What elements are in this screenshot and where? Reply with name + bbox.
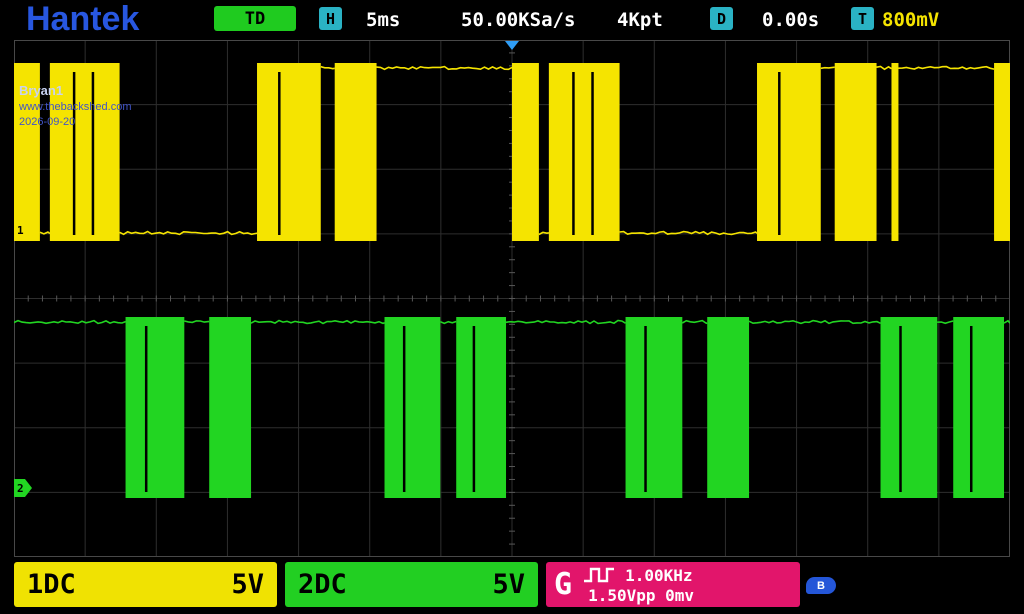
oscilloscope-screen-capture: Hantek TD H 5ms 50.00KSa/s 4Kpt D 0.00s … <box>0 0 1024 614</box>
channel2-info-box: 2DC 5V <box>285 562 538 607</box>
trigger-level-value: 800mV <box>882 9 940 31</box>
channel2-scale-value: 5V <box>492 569 525 600</box>
channel1-scale-value: 5V <box>231 569 264 600</box>
generator-readout: 1.00KHz 1.50Vpp 0mv <box>582 564 694 605</box>
generator-amplitude: 1.50Vpp 0mv <box>588 586 695 605</box>
record-length-value: 4Kpt <box>617 9 663 31</box>
square-wave-icon <box>584 567 615 583</box>
channel2-coupling-label: 2DC <box>298 569 347 600</box>
sample-rate-value: 50.00KSa/s <box>461 9 576 31</box>
waveform-display: 12 Bryan1 www.thebackshed.com 2026-09-20 <box>13 39 1011 558</box>
channel-marker-label: 1 <box>17 224 24 237</box>
trace-ch1: 1 <box>14 63 1010 241</box>
delay-menu-icon: D <box>710 7 733 30</box>
acquisition-mode-badge: TD <box>214 6 296 31</box>
horizontal-offset-value: 0.00s <box>762 9 820 31</box>
channel1-coupling-label: 1DC <box>27 569 76 600</box>
generator-label: G <box>554 567 573 602</box>
generator-info-box: G 1.00KHz 1.50Vpp 0mv <box>546 562 800 607</box>
trigger-position-marker <box>505 41 519 50</box>
channel-marker-label: 2 <box>17 482 24 495</box>
timebase-value: 5ms <box>366 9 401 31</box>
channel1-info-box: 1DC 5V <box>14 562 277 607</box>
hantek-logo: Hantek <box>26 0 140 38</box>
horizontal-menu-icon: H <box>319 7 342 30</box>
scope-graticule-and-traces: 12 <box>13 39 1011 558</box>
generator-frequency: 1.00KHz <box>625 565 693 585</box>
trigger-menu-icon: T <box>851 7 874 30</box>
usb-device-icon: B <box>806 577 836 594</box>
